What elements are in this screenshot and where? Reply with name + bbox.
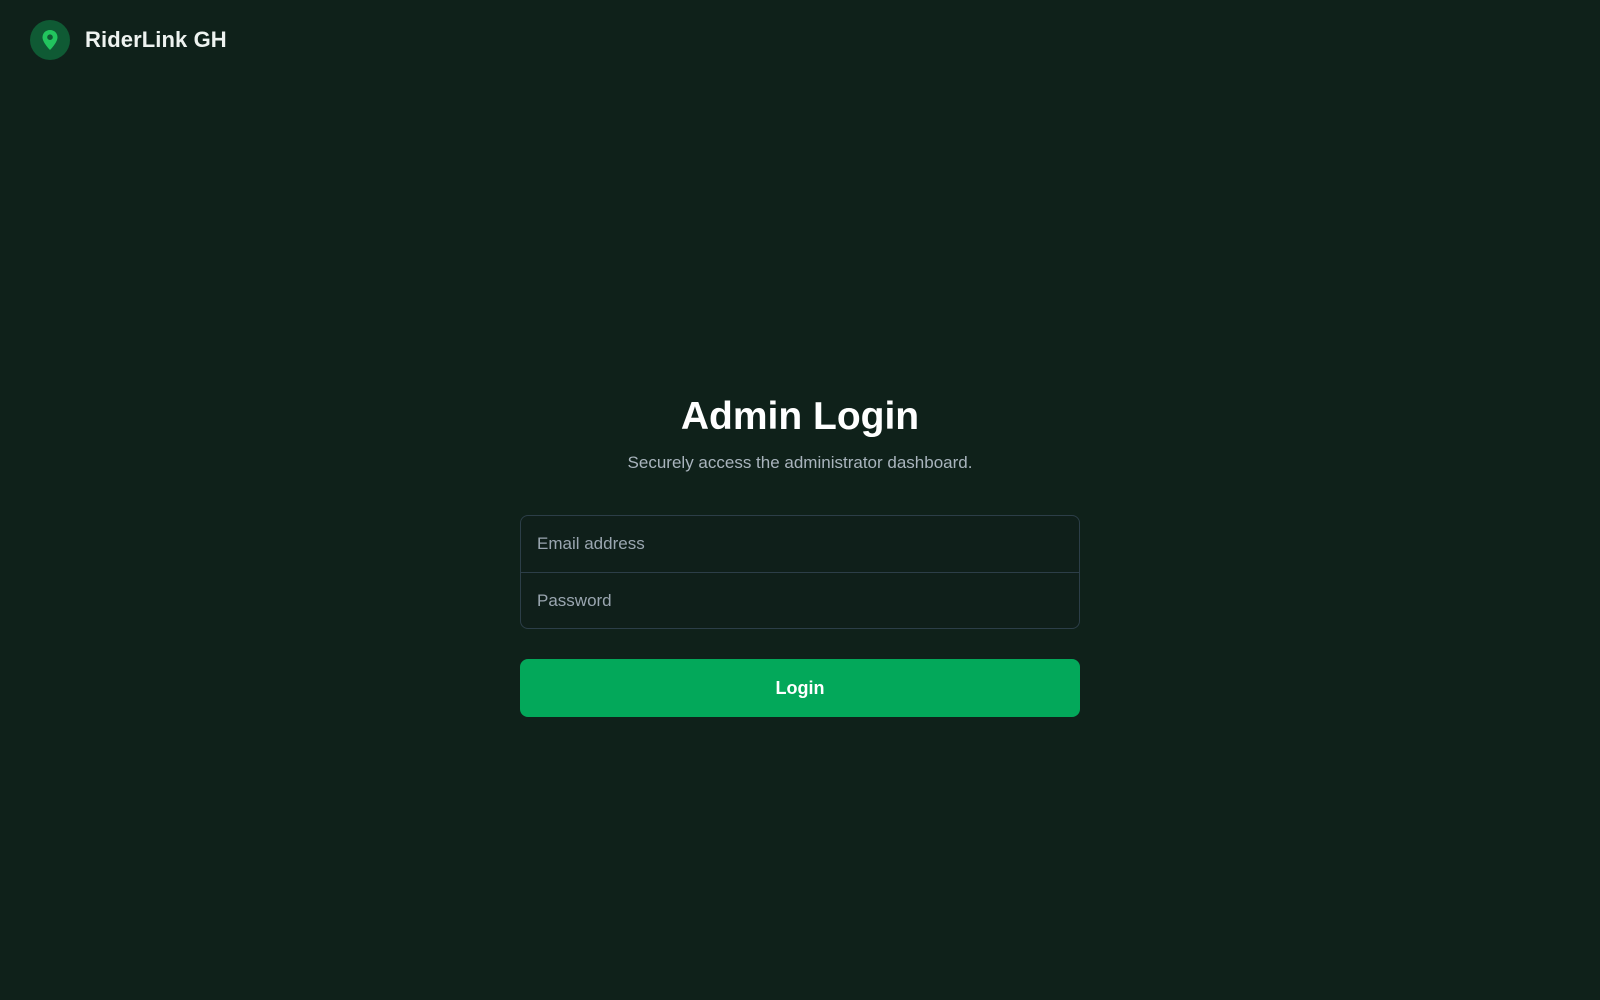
page-subtitle: Securely access the administrator dashbo… [627, 453, 973, 472]
page-title: Admin Login [680, 395, 920, 438]
password-field[interactable] [521, 573, 1079, 628]
login-form [520, 515, 1080, 629]
login-page: RiderLink GH Admin Login Securely access… [0, 0, 1600, 1000]
brand-name: RiderLink GH [85, 27, 227, 52]
email-field[interactable] [521, 516, 1079, 572]
login-button[interactable]: Login [520, 659, 1080, 717]
brand[interactable]: RiderLink GH [30, 20, 227, 60]
map-pin-icon [30, 20, 70, 60]
